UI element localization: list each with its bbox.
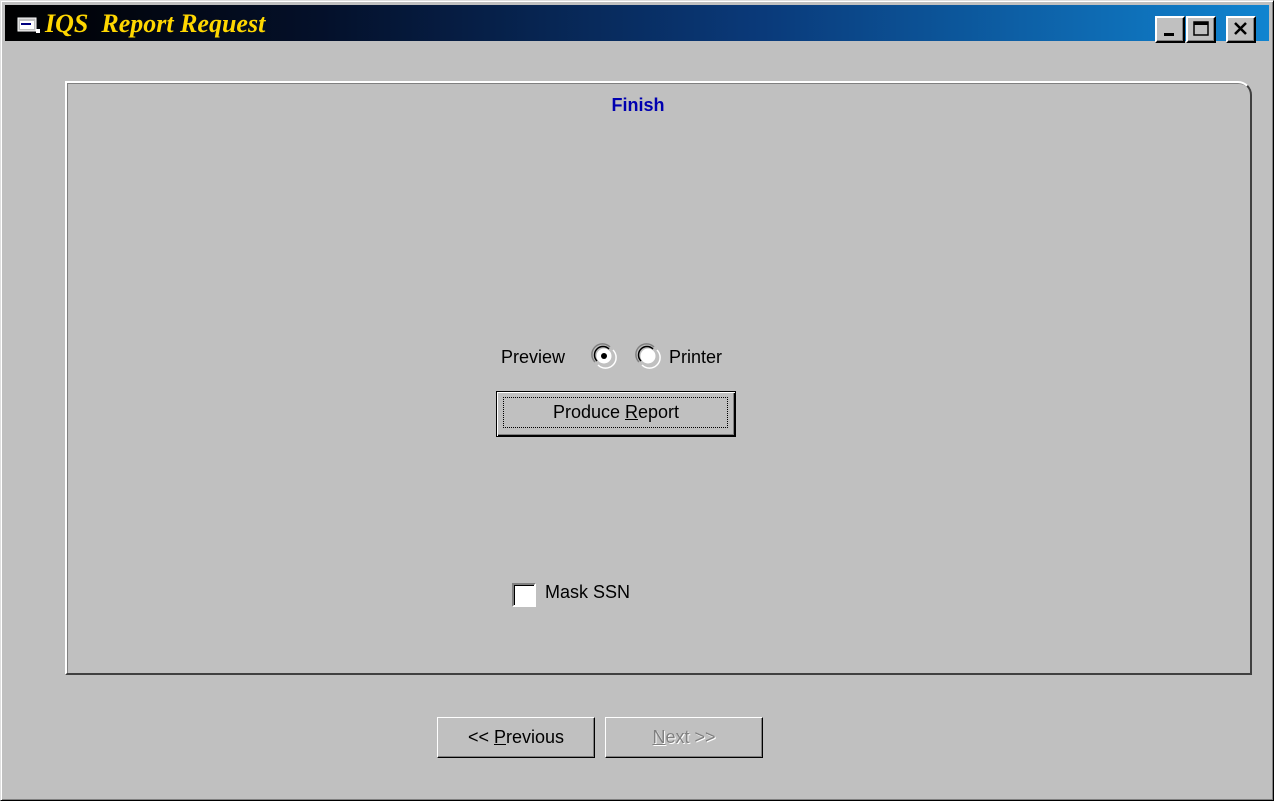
close-button[interactable] bbox=[1226, 16, 1256, 43]
window-title: IQS Report Request bbox=[45, 9, 266, 38]
close-icon bbox=[1234, 22, 1247, 35]
previous-label-rest: revious bbox=[506, 727, 565, 747]
printer-radio[interactable] bbox=[635, 343, 661, 369]
app-icon[interactable] bbox=[17, 15, 41, 35]
next-label-rest: ext >> bbox=[665, 727, 716, 747]
mask-ssn-label[interactable]: Mask SSN bbox=[545, 581, 630, 603]
produce-report-button[interactable]: Produce Report bbox=[496, 391, 736, 437]
minimize-icon bbox=[1164, 33, 1174, 36]
printer-label[interactable]: Printer bbox=[669, 347, 722, 367]
finish-frame bbox=[65, 81, 1252, 675]
mask-ssn-checkbox[interactable] bbox=[512, 583, 536, 607]
produce-report-label-text: Produce bbox=[552, 402, 625, 422]
previous-button[interactable]: << Previous bbox=[437, 717, 595, 758]
report-request-window: IQS Report Request Finish Preview Printe… bbox=[0, 0, 1274, 801]
preview-radio[interactable] bbox=[591, 343, 617, 369]
next-accelerator: N bbox=[652, 727, 666, 747]
maximize-icon bbox=[1193, 21, 1209, 36]
produce-report-label-rest: eport bbox=[638, 402, 680, 422]
step-title: Finish bbox=[611, 95, 665, 115]
produce-report-label: Produce Report bbox=[497, 402, 735, 422]
maximize-button[interactable] bbox=[1186, 16, 1216, 43]
produce-report-accelerator: R bbox=[625, 402, 638, 422]
title-bar[interactable]: IQS Report Request bbox=[5, 5, 1269, 43]
preview-label[interactable]: Preview bbox=[501, 347, 565, 367]
minimize-button[interactable] bbox=[1155, 16, 1185, 43]
previous-label-prefix: << bbox=[467, 727, 494, 747]
next-button[interactable]: Next >> bbox=[605, 717, 763, 758]
previous-accelerator: P bbox=[493, 727, 506, 747]
